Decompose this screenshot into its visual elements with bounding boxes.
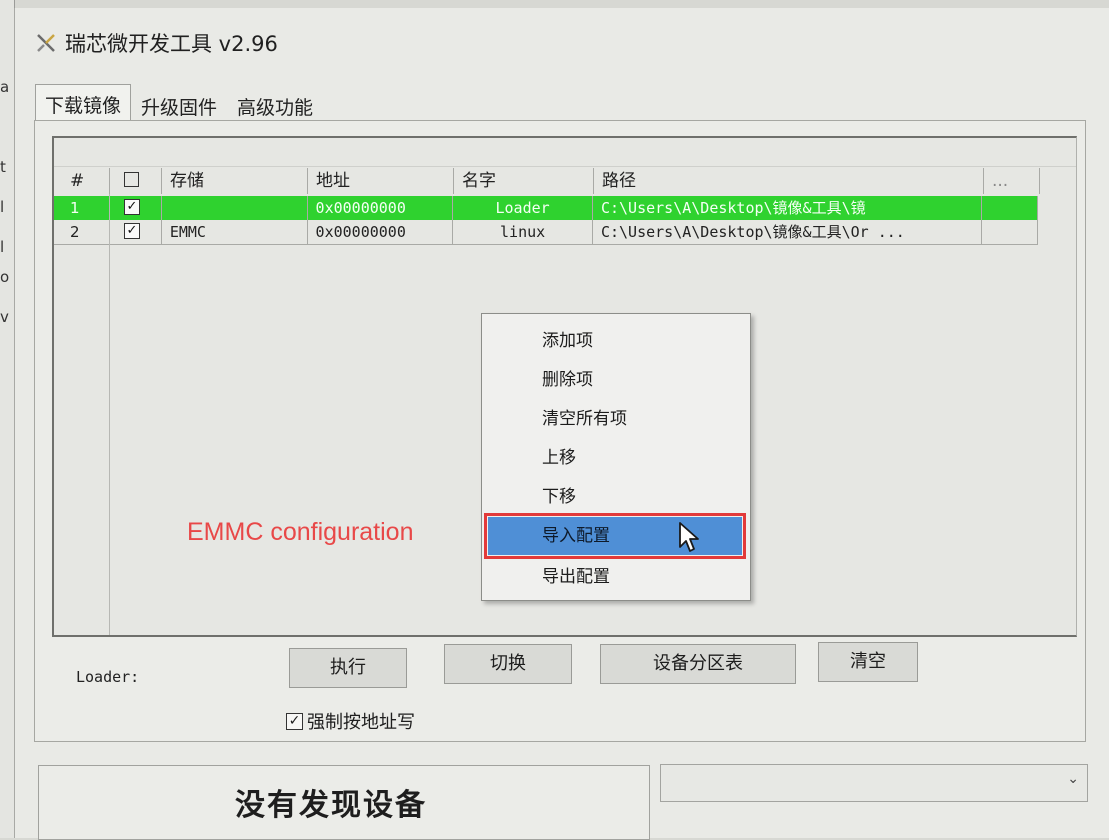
partition-table-button[interactable]: 设备分区表 <box>600 644 796 684</box>
force-address-write-checkbox[interactable]: ✓ <box>286 712 303 730</box>
switch-button[interactable]: 切换 <box>444 644 572 684</box>
menu-item-move-up[interactable]: 上移 <box>488 439 742 477</box>
tab-upgrade-firmware[interactable]: 升级固件 <box>131 86 227 122</box>
table-row[interactable]: 1 ✓ 0x00000000 Loader C:\Users\A\Desktop… <box>54 196 1039 220</box>
row-checkbox[interactable]: ✓ <box>123 222 140 239</box>
list-top-strip <box>54 138 1076 167</box>
chevron-down-icon[interactable]: ⌄ <box>1067 771 1079 787</box>
row-storage: EMMC <box>162 220 308 244</box>
row-address: 0x00000000 <box>308 220 454 244</box>
tab-advanced[interactable]: 高级功能 <box>227 86 323 122</box>
device-status: 没有发现设备 <box>235 788 427 823</box>
status-panel: 没有发现设备 <box>38 765 650 840</box>
tab-bar: 下载镜像 升级固件 高级功能 <box>35 84 323 124</box>
row-check-cell: ✓ <box>110 220 162 244</box>
table-row[interactable]: 2 ✓ EMMC 0x00000000 linux C:\Users\A\Des… <box>54 220 1039 245</box>
execute-button[interactable]: 执行 <box>289 648 407 688</box>
col-header-more[interactable]: ... <box>984 168 1040 194</box>
list-header: # 存储 地址 名字 路径 ... <box>54 168 1040 194</box>
tab-download-image[interactable]: 下载镜像 <box>35 84 132 124</box>
device-select[interactable]: ⌄ <box>660 764 1088 802</box>
force-address-write-label: 强制按地址写 <box>307 712 415 733</box>
col-header-path[interactable]: 路径 <box>594 168 984 194</box>
clear-button[interactable]: 清空 <box>818 642 918 682</box>
menu-item-move-down[interactable]: 下移 <box>488 478 742 516</box>
row-name: linux <box>453 220 593 244</box>
select-all-checkbox[interactable] <box>124 171 139 187</box>
menu-item-clear-all[interactable]: 清空所有项 <box>488 400 742 438</box>
grid-line <box>109 194 110 635</box>
col-header-name[interactable]: 名字 <box>454 168 594 194</box>
menu-item-add[interactable]: 添加项 <box>488 322 742 360</box>
app-logo-icon <box>37 34 55 52</box>
row-check-cell: ✓ <box>110 196 162 220</box>
background-window-edge: a t l l o v <box>0 0 15 838</box>
row-extra <box>982 196 1039 220</box>
row-path[interactable]: C:\Users\A\Desktop\镜像&工具\镜 <box>593 196 983 220</box>
loader-label: Loader: <box>76 668 140 686</box>
force-address-write-option[interactable]: ✓ 强制按地址写 <box>286 708 415 734</box>
row-address: 0x00000000 <box>308 196 454 220</box>
row-checkbox[interactable]: ✓ <box>123 198 140 215</box>
window-title: 瑞芯微开发工具 v2.96 <box>65 32 278 56</box>
menu-item-export-config[interactable]: 导出配置 <box>488 558 742 596</box>
col-header-address[interactable]: 地址 <box>308 168 454 194</box>
row-index: 2 <box>54 220 110 244</box>
mouse-pointer-icon <box>679 522 699 552</box>
col-header-storage[interactable]: 存储 <box>162 168 308 194</box>
row-extra <box>982 220 1039 244</box>
row-storage <box>162 196 308 220</box>
col-header-check[interactable] <box>110 168 162 194</box>
row-path[interactable]: C:\Users\A\Desktop\镜像&工具\Or ... <box>593 220 983 244</box>
row-index: 1 <box>54 196 110 220</box>
annotation-label: EMMC configuration <box>187 518 414 546</box>
menu-item-delete[interactable]: 删除项 <box>488 361 742 399</box>
col-header-index[interactable]: # <box>54 168 110 194</box>
row-name: Loader <box>453 196 593 220</box>
context-menu: 添加项 删除项 清空所有项 上移 下移 导入配置 导出配置 <box>481 313 751 601</box>
